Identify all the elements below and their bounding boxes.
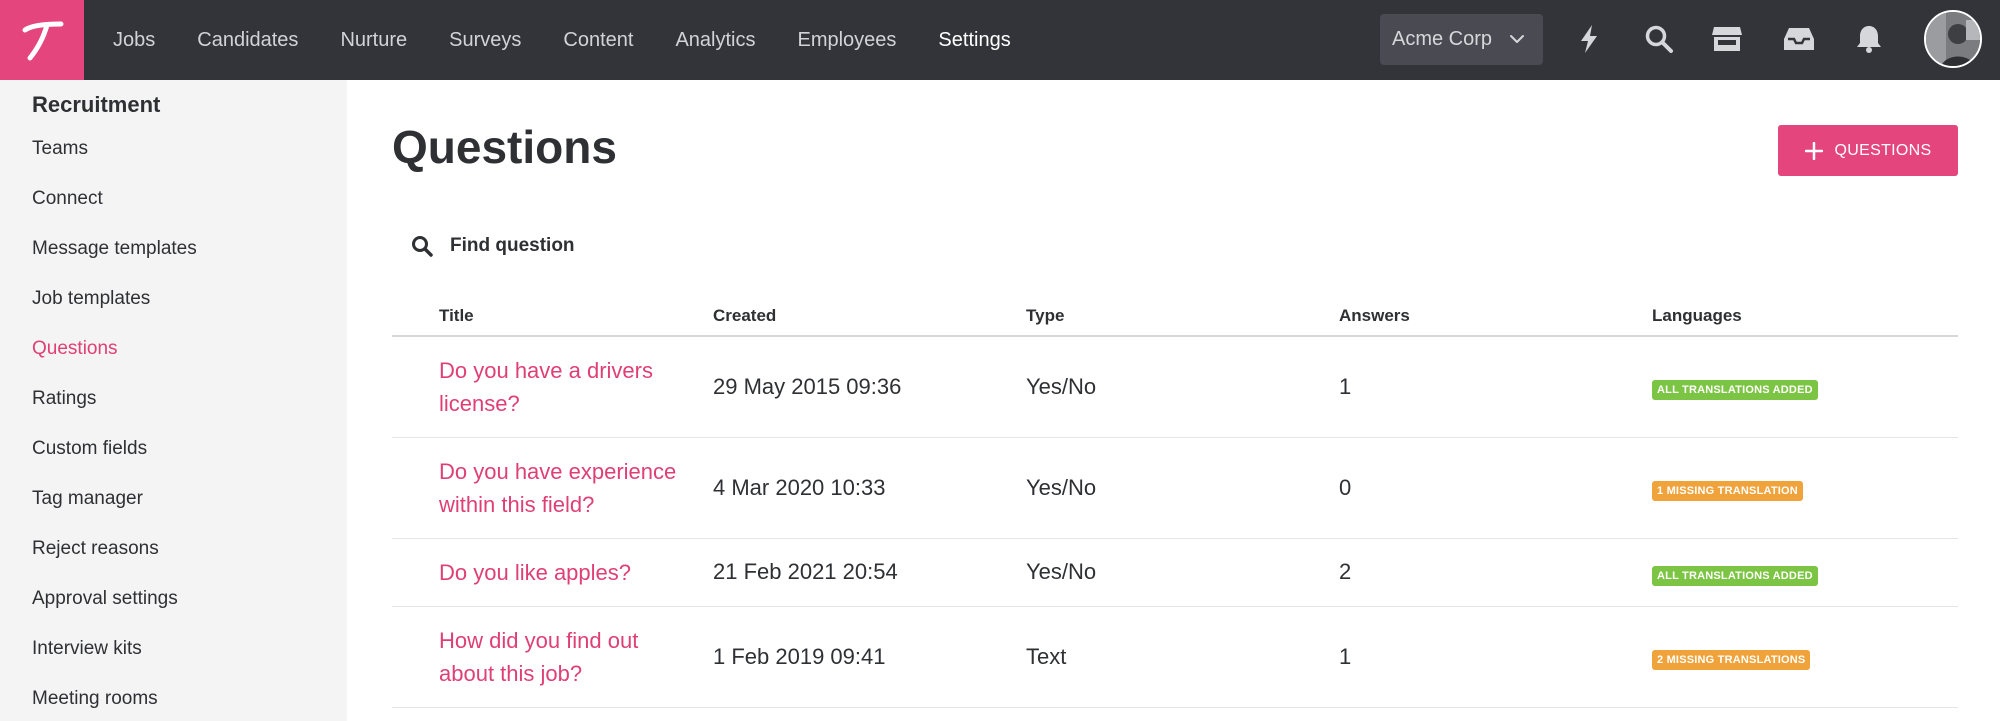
chevron-down-icon <box>1510 35 1524 43</box>
translation-status-badge: 1 MISSING TRANSLATION <box>1652 481 1803 501</box>
sidebar-item-ratings[interactable]: Ratings <box>32 388 197 438</box>
question-link[interactable]: Do you have experience within this field… <box>439 455 709 521</box>
sidebar-item-meeting-rooms[interactable]: Meeting rooms <box>32 688 197 721</box>
cell-type: Text <box>1026 606 1339 708</box>
search-input[interactable]: Find question <box>450 235 575 257</box>
translation-status-badge: 2 MISSING TRANSLATIONS <box>1652 650 1811 670</box>
cell-type: Yes/No <box>1026 538 1339 607</box>
search-icon[interactable] <box>1642 22 1676 56</box>
cell-languages: 2 MISSING TRANSLATIONS <box>1652 606 1958 708</box>
sidebar-item-questions[interactable]: Questions <box>32 338 197 388</box>
question-search[interactable]: Find question <box>410 234 575 258</box>
sidebar-list: Teams Connect Message templates Job temp… <box>32 138 197 721</box>
nav-jobs[interactable]: Jobs <box>92 0 176 80</box>
settings-sidebar: Recruitment Teams Connect Message templa… <box>0 80 347 721</box>
cell-title: How did you find out about this job? <box>392 606 713 708</box>
add-question-label: QUESTIONS <box>1834 141 1932 159</box>
cell-answers: 0 <box>1339 437 1652 539</box>
table-row[interactable]: How did you find out about this job? 1 F… <box>392 606 1958 708</box>
nav-surveys[interactable]: Surveys <box>428 0 542 80</box>
cell-created: 1 Feb 2019 09:41 <box>713 606 1026 708</box>
cell-answers: 2 <box>1339 538 1652 607</box>
sidebar-item-approval-settings[interactable]: Approval settings <box>32 588 197 638</box>
column-header-type[interactable]: Type <box>1026 296 1339 337</box>
column-header-answers[interactable]: Answers <box>1339 296 1652 337</box>
table-row[interactable]: Do you have a drivers license? 29 May 20… <box>392 336 1958 438</box>
cell-answers: 1 <box>1339 606 1652 708</box>
table-row[interactable]: Do you have experience within this field… <box>392 437 1958 539</box>
question-link[interactable]: Do you like apples? <box>439 556 713 589</box>
cell-created: 21 Feb 2021 20:54 <box>713 538 1026 607</box>
nav-analytics[interactable]: Analytics <box>654 0 776 80</box>
sidebar-item-message-templates[interactable]: Message templates <box>32 238 197 288</box>
store-icon[interactable] <box>1710 22 1744 56</box>
table-row[interactable]: Do you like apples? 21 Feb 2021 20:54 Ye… <box>392 538 1958 607</box>
logo-t-icon <box>22 21 64 61</box>
table-header-row: Title Created Type Answers Languages <box>392 296 1958 337</box>
sidebar-item-interview-kits[interactable]: Interview kits <box>32 638 197 688</box>
sidebar-item-custom-fields[interactable]: Custom fields <box>32 438 197 488</box>
inbox-icon[interactable] <box>1782 22 1816 56</box>
question-link[interactable]: How did you find out about this job? <box>439 624 689 690</box>
main-nav: Jobs Candidates Nurture Surveys Content … <box>92 0 1032 80</box>
top-navigation-bar: Jobs Candidates Nurture Surveys Content … <box>0 0 2000 80</box>
cell-type: Yes/No <box>1026 437 1339 539</box>
nav-settings[interactable]: Settings <box>917 0 1031 80</box>
cell-title: Do you have a drivers license? <box>392 336 713 438</box>
app-logo[interactable] <box>0 0 84 80</box>
sidebar-item-connect[interactable]: Connect <box>32 188 197 238</box>
sidebar-item-reject-reasons[interactable]: Reject reasons <box>32 538 197 588</box>
bell-icon[interactable] <box>1852 22 1886 56</box>
cell-languages: ALL TRANSLATIONS ADDED <box>1652 336 1958 438</box>
company-switcher[interactable]: Acme Corp <box>1380 14 1543 65</box>
cell-type: Yes/No <box>1026 336 1339 438</box>
user-photo-icon <box>1926 12 1980 66</box>
sidebar-item-tag-manager[interactable]: Tag manager <box>32 488 197 538</box>
cell-answers: 1 <box>1339 336 1652 438</box>
bolt-icon[interactable] <box>1572 22 1606 56</box>
sidebar-item-job-templates[interactable]: Job templates <box>32 288 197 338</box>
sidebar-heading: Recruitment <box>32 92 161 117</box>
nav-content[interactable]: Content <box>542 0 654 80</box>
nav-employees[interactable]: Employees <box>776 0 917 80</box>
search-icon <box>412 236 433 257</box>
company-name: Acme Corp <box>1392 28 1493 50</box>
sidebar-item-teams[interactable]: Teams <box>32 138 197 188</box>
column-header-title[interactable]: Title <box>392 296 713 337</box>
column-header-created[interactable]: Created <box>713 296 1026 337</box>
cell-created: 4 Mar 2020 10:33 <box>713 437 1026 539</box>
translation-status-badge: ALL TRANSLATIONS ADDED <box>1652 380 1818 401</box>
cell-languages: 1 MISSING TRANSLATION <box>1652 437 1958 539</box>
column-header-languages[interactable]: Languages <box>1652 296 1958 337</box>
cell-languages: ALL TRANSLATIONS ADDED <box>1652 538 1958 607</box>
cell-title: Do you like apples? <box>392 538 713 607</box>
questions-table: Title Created Type Answers Languages Do … <box>392 296 1958 708</box>
add-question-button[interactable]: QUESTIONS <box>1778 125 1958 176</box>
plus-icon <box>1804 141 1823 160</box>
cell-created: 29 May 2015 09:36 <box>713 336 1026 438</box>
nav-nurture[interactable]: Nurture <box>319 0 428 80</box>
translation-status-badge: ALL TRANSLATIONS ADDED <box>1652 565 1818 586</box>
avatar[interactable] <box>1924 10 1982 68</box>
page-title: Questions <box>392 121 617 173</box>
nav-candidates[interactable]: Candidates <box>176 0 319 80</box>
question-link[interactable]: Do you have a drivers license? <box>439 354 709 420</box>
cell-title: Do you have experience within this field… <box>392 437 713 539</box>
